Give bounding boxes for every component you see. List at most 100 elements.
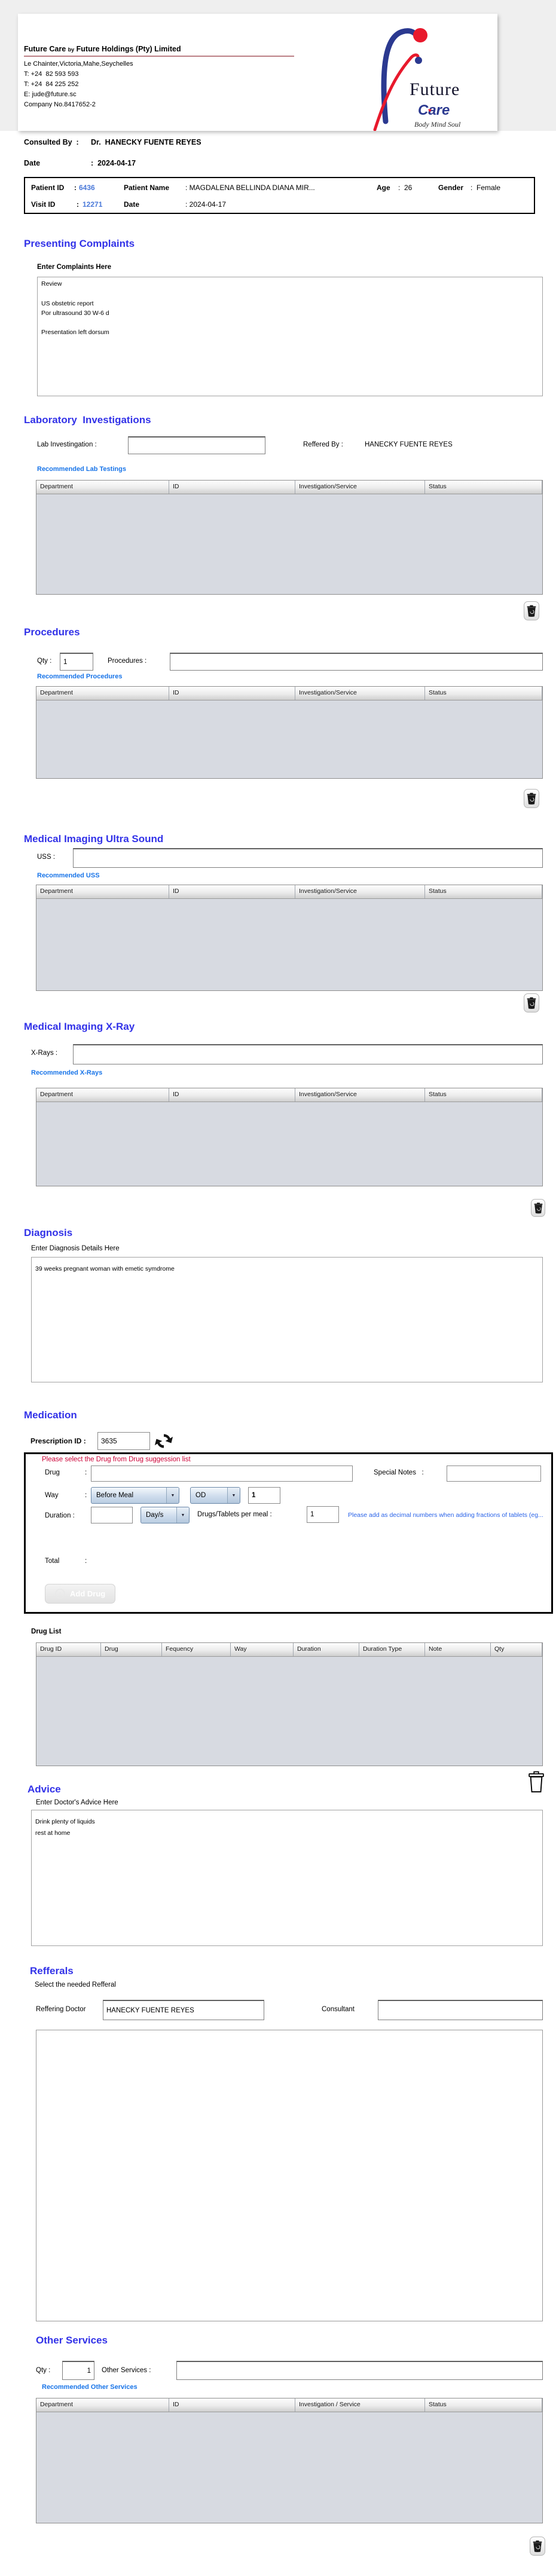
lab-investigation-input[interactable] <box>128 436 265 454</box>
complaints-textarea[interactable]: Review US obstetric report Por ultrasoun… <box>37 277 543 396</box>
xray-delete-button[interactable] <box>531 1199 545 1217</box>
per-meal-input[interactable] <box>307 1506 339 1523</box>
title-underline <box>24 56 294 57</box>
drug-suggestion-warning: Please select the Drug from Drug suggess… <box>42 1456 191 1463</box>
patient-id-colon: : <box>74 183 77 192</box>
xray-heading: Medical Imaging X-Ray <box>24 1021 135 1032</box>
refferals-label: Select the needed Refferal <box>35 1981 116 1988</box>
drug-colon: : <box>85 1469 87 1476</box>
special-notes-label: Special Notes : <box>374 1469 424 1476</box>
refferals-heading: Refferals <box>30 1965 74 1977</box>
column-header: ID <box>169 1088 295 1102</box>
column-header: Department <box>36 1088 169 1102</box>
company-email: E: jude@future.sc <box>24 91 77 98</box>
uss-table-header: Department ID Investigation/Service Stat… <box>36 885 542 899</box>
drug-table-header: Drug ID Drug Fequency Way Duration Durat… <box>36 1643 542 1657</box>
patient-info-box: Patient ID : 6436 Patient Name : MAGDALE… <box>24 177 535 214</box>
logo-word-care: Care <box>418 102 450 118</box>
column-header: Investigation/Service <box>295 885 425 898</box>
uss-table: Department ID Investigation/Service Stat… <box>36 885 543 991</box>
other-services-input[interactable] <box>176 2361 543 2380</box>
company-address: Le Chainter,Victoria,Mahe,Seychelles <box>24 60 133 68</box>
way-label: Way <box>45 1492 59 1499</box>
lab-table-header: Department ID Investigation/Service Stat… <box>36 481 542 494</box>
column-header: ID <box>169 481 295 494</box>
prescription-id-input[interactable] <box>97 1432 150 1450</box>
chevron-down-icon: ▼ <box>227 1488 240 1503</box>
patient-id-label: Patient ID <box>31 183 65 192</box>
consultant-input[interactable] <box>378 2000 543 2020</box>
other-qty-input[interactable] <box>62 2361 94 2380</box>
column-header: ID <box>169 2398 295 2412</box>
trash-icon <box>534 1203 542 1214</box>
patient-id-value: 6436 <box>79 183 95 192</box>
way-dropdown[interactable]: Before Meal ▼ <box>91 1487 179 1504</box>
refresh-prescription-button[interactable] <box>154 1431 173 1454</box>
medication-heading: Medication <box>24 1409 77 1421</box>
column-header: Department <box>36 481 169 494</box>
left-margin <box>0 14 18 131</box>
column-header: Duration <box>294 1643 359 1656</box>
consult-date-row: Date: 2024-04-17 <box>24 159 136 167</box>
duration-unit-dropdown[interactable]: Day/s ▼ <box>140 1507 190 1523</box>
column-header: Status <box>425 885 542 898</box>
procedures-delete-button[interactable] <box>524 789 539 808</box>
other-delete-button[interactable] <box>530 2537 545 2556</box>
advice-heading: Advice <box>28 1783 61 1795</box>
duration-input[interactable] <box>91 1507 133 1523</box>
chevron-down-icon: ▼ <box>166 1488 179 1503</box>
logo-word-future: Future <box>410 79 460 99</box>
diagnosis-heading: Diagnosis <box>24 1227 73 1238</box>
fraction-note: Please add as decimal numbers when addin… <box>348 1512 543 1519</box>
prescription-id-label: Prescription ID : <box>30 1437 86 1445</box>
frequency-dropdown[interactable]: OD ▼ <box>190 1487 240 1504</box>
company-title: Future Care by Future Holdings (Pty) Lim… <box>24 45 181 53</box>
reffered-by-label: Reffered By : <box>303 441 343 448</box>
column-header: Qty <box>491 1643 542 1656</box>
column-header: Department <box>36 687 169 700</box>
trash-icon <box>533 2540 542 2552</box>
drug-input[interactable] <box>91 1466 353 1482</box>
uss-input[interactable] <box>73 848 543 868</box>
heart-icon: ♥ <box>428 108 432 114</box>
plus-circle-icon: + <box>55 1589 65 1599</box>
drug-label: Drug <box>45 1469 60 1476</box>
laboratory-heading: Laboratory Investigations <box>24 414 151 426</box>
procedures-input[interactable] <box>170 653 543 671</box>
column-header: Drug ID <box>36 1643 101 1656</box>
reffering-doctor-input[interactable] <box>103 2000 264 2020</box>
right-margin <box>497 14 556 131</box>
procedures-table: Department ID Investigation/Service Stat… <box>36 686 543 779</box>
advice-textarea[interactable]: Drink plenty of liquids rest at home <box>31 1810 543 1946</box>
way-dropdown-value: Before Meal <box>96 1492 134 1499</box>
trash-icon <box>527 997 536 1009</box>
procedures-qty-input[interactable] <box>60 653 93 671</box>
diagnosis-textarea[interactable]: 39 weeks pregnant woman with emetic symd… <box>31 1257 543 1382</box>
column-header: Fequency <box>162 1643 231 1656</box>
xray-table-header: Department ID Investigation/Service Stat… <box>36 1088 542 1102</box>
duration-label: Duration : <box>45 1512 75 1519</box>
trash-icon <box>527 793 536 804</box>
other-qty-label: Qty : <box>36 2367 51 2374</box>
other-table-header: Department ID Investigation / Service St… <box>36 2398 542 2412</box>
future-care-logo: Future Care ♥ Body Mind Soul <box>368 20 496 131</box>
trash-icon <box>527 605 536 617</box>
column-header: Drug <box>101 1643 162 1656</box>
chevron-down-icon: ▼ <box>176 1507 189 1523</box>
procedures-qty-label: Qty : <box>37 657 52 665</box>
advice-label: Enter Doctor's Advice Here <box>36 1799 118 1806</box>
reffering-doctor-label: Reffering Doctor <box>36 2006 86 2013</box>
consulted-by-row: Consulted By : Dr. HANECKY FUENTE REYES <box>24 138 201 146</box>
add-drug-button[interactable]: + Add Drug <box>45 1584 116 1604</box>
xray-label: X-Rays : <box>31 1050 58 1057</box>
special-notes-input[interactable] <box>447 1466 541 1482</box>
recommended-lab-link: Recommended Lab Testings <box>37 466 126 473</box>
lab-delete-button[interactable] <box>524 601 539 620</box>
xray-input[interactable] <box>73 1044 543 1064</box>
way-qty-input[interactable] <box>248 1487 280 1504</box>
age-label: Age <box>377 183 390 192</box>
consultation-page: Future Care by Future Holdings (Pty) Lim… <box>0 0 556 2576</box>
uss-delete-button[interactable] <box>524 993 539 1012</box>
xray-table: Department ID Investigation/Service Stat… <box>36 1088 543 1186</box>
drug-delete-button[interactable] <box>527 1770 545 1793</box>
